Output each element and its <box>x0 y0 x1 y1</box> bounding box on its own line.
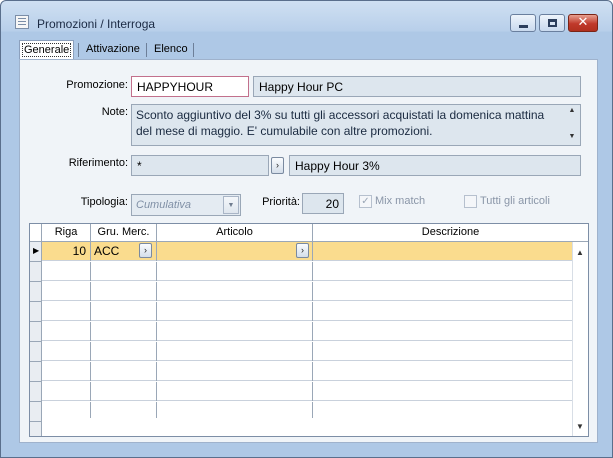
close-icon: ✕ <box>577 15 589 30</box>
maximize-button[interactable] <box>539 14 565 32</box>
table-row[interactable]: 10 ACC › › <box>42 242 572 261</box>
grid-header: Riga Gru. Merc. Articolo Descrizione <box>30 224 588 242</box>
row-header-column: ▶ <box>30 242 42 436</box>
riferimento-label: Riferimento: <box>68 157 128 169</box>
table-row[interactable] <box>42 282 572 301</box>
riferimento-zoom-button[interactable]: › <box>271 157 284 174</box>
promozione-code-field[interactable]: HAPPYHOUR <box>131 76 249 97</box>
header-descrizione[interactable]: Descrizione <box>313 224 588 242</box>
grid-scrollbar[interactable]: ▲ ▼ <box>572 242 588 436</box>
table-row[interactable] <box>42 342 572 361</box>
scroll-down-icon[interactable]: ▼ <box>565 132 579 142</box>
tipologia-label: Tipologia: <box>80 196 128 208</box>
tab-separator <box>146 43 147 57</box>
tab-separator <box>78 43 79 57</box>
chevron-right-icon: › <box>301 245 304 255</box>
table-row[interactable] <box>42 302 572 321</box>
righe-grid[interactable]: Riga Gru. Merc. Articolo Descrizione ▶ 1… <box>29 223 589 437</box>
tab-generale[interactable]: Generale <box>19 40 74 60</box>
minimize-button[interactable] <box>510 14 536 32</box>
note-textarea[interactable]: Sconto aggiuntivo del 3% su tutti gli ac… <box>131 104 581 146</box>
header-corner <box>30 224 42 242</box>
maximize-icon <box>548 19 557 27</box>
tab-elenco[interactable]: Elenco <box>150 40 192 60</box>
promozione-description-field[interactable]: Happy Hour PC <box>253 76 581 97</box>
tab-attivazione[interactable]: Attivazione <box>82 40 144 60</box>
title-bar[interactable]: Promozioni / Interroga ✕ <box>1 1 612 32</box>
note-label: Note: <box>101 106 128 118</box>
mix-match-label: Mix match <box>375 195 426 207</box>
tab-separator <box>193 43 194 57</box>
scroll-up-icon[interactable]: ▲ <box>565 106 579 116</box>
current-row-marker-icon: ▶ <box>33 246 40 255</box>
cell-descrizione[interactable] <box>313 242 572 261</box>
scroll-up-icon[interactable]: ▲ <box>576 248 584 257</box>
promozione-label: Promozione: <box>66 79 128 91</box>
minimize-icon <box>519 25 528 28</box>
scroll-down-icon[interactable]: ▼ <box>576 422 584 431</box>
checkbox-empty-icon <box>464 195 477 208</box>
table-row[interactable] <box>42 262 572 281</box>
dropdown-arrow-icon[interactable]: ▼ <box>223 196 239 214</box>
tipologia-value: Cumulativa <box>136 199 192 211</box>
main-window: Promozioni / Interroga ✕ Generale Attiva… <box>0 0 613 458</box>
chevron-right-icon: › <box>144 245 147 255</box>
note-scrollbar[interactable]: ▲ ▼ <box>565 106 579 144</box>
header-riga[interactable]: Riga <box>42 224 91 242</box>
riferimento-description-field[interactable]: Happy Hour 3% <box>289 155 581 176</box>
cell-articolo[interactable]: › <box>157 242 313 261</box>
table-row[interactable] <box>42 322 572 341</box>
gru-merc-value: ACC <box>94 244 120 258</box>
gru-merc-zoom-button[interactable]: › <box>139 243 152 258</box>
cell-gru-merc[interactable]: ACC › <box>91 242 157 261</box>
table-row[interactable] <box>42 382 572 401</box>
table-row[interactable] <box>42 402 572 418</box>
riferimento-code-field[interactable]: * <box>131 155 269 176</box>
chevron-right-icon: › <box>276 160 279 170</box>
generale-panel: Promozione: HAPPYHOUR Happy Hour PC Note… <box>19 59 598 443</box>
note-text: Sconto aggiuntivo del 3% su tutti gli ac… <box>136 108 545 138</box>
check-icon: ✓ <box>359 195 372 208</box>
tutti-articoli-label: Tutti gli articoli <box>480 195 550 207</box>
articolo-zoom-button[interactable]: › <box>296 243 309 258</box>
priorita-field[interactable]: 20 <box>302 193 344 214</box>
header-gru-merc[interactable]: Gru. Merc. <box>91 224 157 242</box>
cell-riga[interactable]: 10 <box>42 242 91 261</box>
close-button[interactable]: ✕ <box>568 14 598 32</box>
table-row[interactable] <box>42 362 572 381</box>
header-articolo[interactable]: Articolo <box>157 224 313 242</box>
window-title: Promozioni / Interroga <box>37 17 156 31</box>
priorita-label: Priorità: <box>262 196 300 208</box>
document-icon <box>15 15 29 29</box>
tipologia-select[interactable]: Cumulativa ▼ <box>131 194 241 216</box>
